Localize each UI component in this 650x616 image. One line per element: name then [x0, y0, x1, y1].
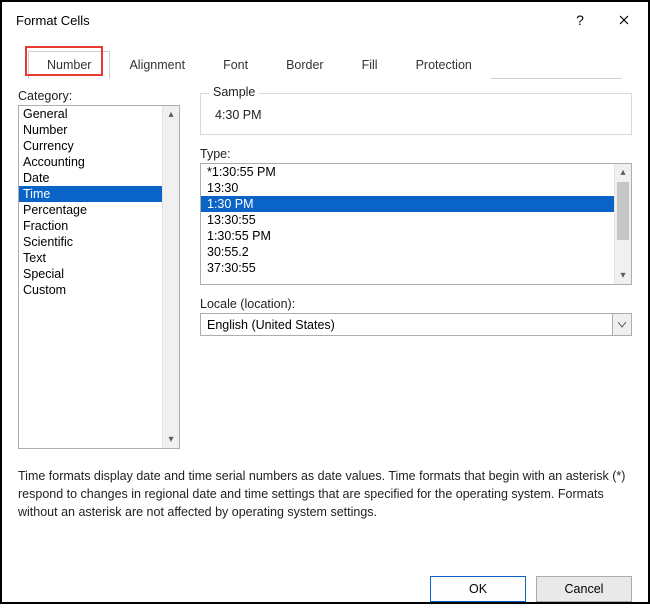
tab-label: Fill — [362, 58, 378, 72]
category-item[interactable]: General — [19, 106, 162, 122]
category-label: Category: — [18, 89, 180, 103]
close-button[interactable] — [602, 5, 646, 35]
description-text: Time formats display date and time seria… — [18, 467, 632, 521]
sample-legend: Sample — [209, 85, 259, 99]
scroll-down-icon[interactable]: ▾ — [163, 431, 179, 448]
type-item[interactable]: 37:30:55 — [201, 260, 614, 276]
tab-number[interactable]: Number — [28, 51, 110, 79]
type-item[interactable]: 13:30 — [201, 180, 614, 196]
ok-button[interactable]: OK — [430, 576, 526, 602]
type-listbox[interactable]: *1:30:55 PM13:301:30 PM13:30:551:30:55 P… — [200, 163, 632, 285]
category-item[interactable]: Currency — [19, 138, 162, 154]
scrollbar[interactable]: ▴ ▾ — [162, 106, 179, 448]
tab-label: Border — [286, 58, 324, 72]
locale-label: Locale (location): — [200, 297, 632, 311]
help-icon: ? — [576, 12, 584, 28]
locale-combobox[interactable]: English (United States) — [200, 313, 632, 336]
category-item[interactable]: Scientific — [19, 234, 162, 250]
tab-font[interactable]: Font — [204, 51, 267, 79]
tab-fill[interactable]: Fill — [343, 51, 397, 79]
cancel-button[interactable]: Cancel — [536, 576, 632, 602]
tab-strip: Number Alignment Font Border Fill Protec… — [28, 50, 622, 79]
dropdown-button[interactable] — [612, 314, 631, 335]
tab-protection[interactable]: Protection — [397, 51, 491, 79]
type-item[interactable]: *1:30:55 PM — [201, 164, 614, 180]
category-item[interactable]: Custom — [19, 282, 162, 298]
category-item[interactable]: Number — [19, 122, 162, 138]
scrollbar-thumb[interactable] — [617, 182, 629, 240]
category-item[interactable]: Accounting — [19, 154, 162, 170]
close-icon — [619, 15, 629, 25]
locale-value: English (United States) — [207, 318, 335, 332]
type-item[interactable]: 1:30:55 PM — [201, 228, 614, 244]
chevron-down-icon — [618, 322, 626, 328]
tab-border[interactable]: Border — [267, 51, 343, 79]
type-item[interactable]: 1:30 PM — [201, 196, 614, 212]
category-listbox[interactable]: GeneralNumberCurrencyAccountingDateTimeP… — [18, 105, 180, 449]
help-button[interactable]: ? — [558, 5, 602, 35]
category-item[interactable]: Date — [19, 170, 162, 186]
category-item[interactable]: Percentage — [19, 202, 162, 218]
scroll-up-icon[interactable]: ▴ — [615, 164, 631, 181]
tab-label: Font — [223, 58, 248, 72]
button-label: Cancel — [565, 582, 604, 596]
tab-label: Number — [47, 58, 91, 72]
sample-group: Sample 4:30 PM — [200, 93, 632, 135]
button-label: OK — [469, 582, 487, 596]
scrollbar[interactable]: ▴ ▾ — [614, 164, 631, 284]
button-row: OK Cancel — [4, 562, 646, 616]
tab-label: Alignment — [129, 58, 185, 72]
sample-value: 4:30 PM — [211, 102, 621, 124]
category-item[interactable]: Fraction — [19, 218, 162, 234]
type-item[interactable]: 30:55.2 — [201, 244, 614, 260]
category-item[interactable]: Text — [19, 250, 162, 266]
scroll-down-icon[interactable]: ▾ — [615, 267, 631, 284]
tab-label: Protection — [416, 58, 472, 72]
category-item[interactable]: Special — [19, 266, 162, 282]
category-item[interactable]: Time — [19, 186, 162, 202]
type-label: Type: — [200, 147, 632, 161]
window-title: Format Cells — [16, 13, 558, 28]
tab-alignment[interactable]: Alignment — [110, 51, 204, 79]
type-item[interactable]: 13:30:55 — [201, 212, 614, 228]
titlebar: Format Cells ? — [4, 4, 646, 36]
scroll-up-icon[interactable]: ▴ — [163, 106, 179, 123]
